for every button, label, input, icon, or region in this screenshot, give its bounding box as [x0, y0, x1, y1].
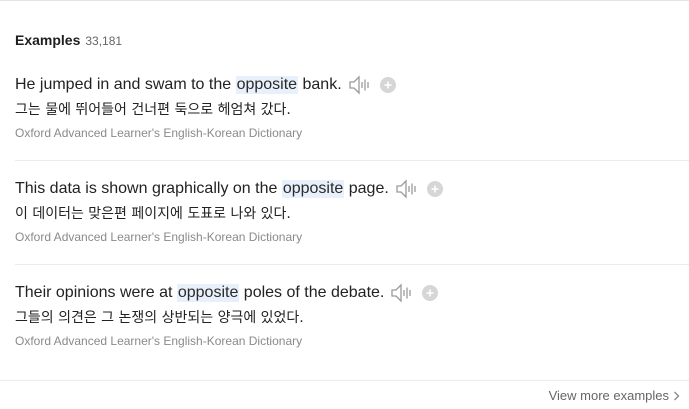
sentence-text-after: bank. [298, 76, 342, 93]
view-more-examples-link[interactable]: View more examples [549, 388, 680, 403]
chevron-right-icon [674, 391, 680, 400]
examples-count: 33,181 [85, 34, 123, 48]
add-icon[interactable] [422, 285, 439, 301]
example-source: Oxford Advanced Learner's English-Korean… [15, 126, 303, 140]
speaker-icon[interactable] [395, 179, 419, 199]
korean-translation: 그는 물에 뛰어들어 건너편 둑으로 헤엄쳐 갔다. [15, 102, 291, 118]
highlighted-word[interactable]: opposite [176, 284, 240, 302]
example-sentence: Their opinions were at opposite poles of… [15, 281, 439, 305]
example-item: He jumped in and swam to the opposite ba… [15, 73, 689, 161]
sentence-text-before: Their opinions were at [15, 284, 177, 301]
example-source: Oxford Advanced Learner's English-Korean… [15, 334, 303, 348]
sentence-text-after: poles of the debate. [239, 284, 385, 301]
example-source: Oxford Advanced Learner's English-Korean… [15, 230, 303, 244]
view-more-bar: View more examples [0, 380, 689, 409]
example-item: This data is shown graphically on the op… [15, 177, 689, 265]
examples-title: Examples [15, 32, 81, 48]
example-sentence: This data is shown graphically on the op… [15, 177, 443, 201]
speaker-icon[interactable] [348, 75, 372, 95]
examples-panel: Examples 33,181 He jumped in and swam to… [0, 0, 689, 409]
speaker-icon[interactable] [390, 283, 414, 303]
highlighted-word[interactable]: opposite [281, 180, 345, 198]
sentence-text-after: page. [344, 180, 389, 197]
example-item: Their opinions were at opposite poles of… [15, 281, 689, 369]
korean-translation: 그들의 의견은 그 논쟁의 상반되는 양극에 있었다. [15, 310, 304, 326]
examples-header: Examples 33,181 [15, 32, 122, 50]
highlighted-word[interactable]: opposite [235, 76, 299, 94]
view-more-label: View more examples [548, 388, 669, 403]
sentence-text-before: This data is shown graphically on the [15, 180, 282, 197]
sentence-text-before: He jumped in and swam to the [15, 76, 236, 93]
add-icon[interactable] [379, 77, 396, 93]
example-sentence: He jumped in and swam to the opposite ba… [15, 73, 396, 97]
add-icon[interactable] [426, 181, 443, 197]
korean-translation: 이 데이터는 맞은편 페이지에 도표로 나와 있다. [15, 206, 291, 222]
